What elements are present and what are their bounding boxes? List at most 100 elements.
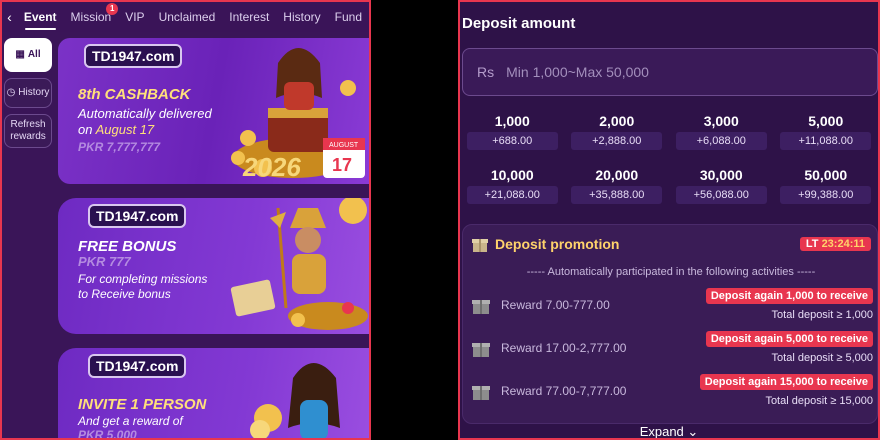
amount-value: 3,000 xyxy=(703,113,739,129)
tab-bar: ‹ Event Mission 1 VIP Unclaimed Interest … xyxy=(2,2,369,32)
brand-logo: TD1947.com xyxy=(88,354,187,378)
timer-prefix: LT xyxy=(805,238,819,250)
banner-date: August 17 xyxy=(95,122,155,137)
amount-option[interactable]: 3,000 +6,088.00 xyxy=(669,110,774,150)
countdown-timer: LT 23:24:11 xyxy=(799,237,871,251)
banner-amount: PKR 7,777,777 xyxy=(78,140,161,154)
tab-label: Event xyxy=(23,10,57,24)
invite-banner[interactable]: TD1947.com INVITE 1 PERSON And get a rew… xyxy=(58,348,369,440)
tab-fund[interactable]: Fund xyxy=(328,2,369,32)
amount-bonus: +56,088.00 xyxy=(675,186,767,204)
expand-button[interactable]: Expand ⌄ xyxy=(460,424,878,439)
filter-history-button[interactable]: ◷ History xyxy=(4,78,52,108)
tab-interest[interactable]: Interest xyxy=(222,2,276,32)
gift-icon xyxy=(472,300,490,314)
calendar-month-text: AUGUST xyxy=(329,142,359,149)
banner-title: INVITE 1 PERSON xyxy=(78,396,206,413)
history-icon: ◷ xyxy=(6,87,16,98)
deposit-title: Deposit amount xyxy=(462,15,576,32)
free-bonus-banner[interactable]: TD1947.com FREE BONUS PKR 777 For comple… xyxy=(58,198,369,334)
filter-label: Refresh rewards xyxy=(10,119,46,142)
amount-value: 10,000 xyxy=(490,167,534,183)
grid-icon: ▦ xyxy=(15,49,25,60)
amount-option[interactable]: 1,000 +688.00 xyxy=(460,110,565,150)
banner-line: on August 17 xyxy=(78,122,154,137)
amount-value: 1,000 xyxy=(494,113,530,129)
amount-option[interactable]: 5,000 +11,088.00 xyxy=(774,110,879,150)
tab-vip[interactable]: VIP xyxy=(118,2,151,32)
reward-range: Reward 77.00-7,777.00 xyxy=(501,384,627,398)
amount-option[interactable]: 20,000 +35,888.00 xyxy=(565,164,670,204)
tab-label: History xyxy=(283,10,321,24)
tab-event[interactable]: Event xyxy=(17,2,64,32)
amount-input[interactable] xyxy=(506,64,807,80)
tab-unclaimed[interactable]: Unclaimed xyxy=(152,2,223,32)
promotion-note: ----- Automatically participated in the … xyxy=(526,266,816,278)
chevron-down-icon: ⌄ xyxy=(687,424,699,439)
amount-option[interactable]: 50,000 +99,388.00 xyxy=(774,164,879,204)
cashback-banner[interactable]: TD1947.com 8th CASHBACK Automatically de… xyxy=(58,38,369,184)
gift-icon xyxy=(472,343,490,357)
deposit-again-button[interactable]: Deposit again 5,000 to receive xyxy=(705,331,873,347)
amount-value: 50,000 xyxy=(804,167,848,183)
banner-text: on xyxy=(78,122,93,137)
filter-sidebar: ▦ All ◷ History Refresh rewards xyxy=(4,38,52,154)
deposit-again-button[interactable]: Deposit again 15,000 to receive xyxy=(699,374,873,390)
filter-all-button[interactable]: ▦ All xyxy=(4,38,52,72)
tab-label: Unclaimed xyxy=(158,10,216,24)
events-panel: ‹ Event Mission 1 VIP Unclaimed Interest … xyxy=(0,0,371,440)
calendar-day-text: 17 xyxy=(332,155,352,175)
brand-logo: TD1947.com xyxy=(84,44,183,68)
amount-bonus: +2,888.00 xyxy=(571,132,663,150)
warrior-goddess-illustration xyxy=(230,198,368,330)
tab-mission[interactable]: Mission 1 xyxy=(64,2,119,32)
amount-field[interactable]: Rs xyxy=(462,48,878,96)
reward-row: Reward 17.00-2,777.00 Deposit again 5,00… xyxy=(471,328,873,368)
expand-label: Expand xyxy=(639,424,684,439)
amount-value: 2,000 xyxy=(599,113,635,129)
amount-bonus: +688.00 xyxy=(466,132,558,150)
brand-logo: TD1947.com xyxy=(88,204,187,228)
total-deposit-requirement: Total deposit ≥ 15,000 xyxy=(765,395,873,407)
amount-options: 1,000 +688.00 2,000 +2,888.00 3,000 +6,088.… xyxy=(460,110,878,218)
banner-line: For completing missions xyxy=(78,272,208,286)
refresh-rewards-button[interactable]: Refresh rewards xyxy=(4,114,52,148)
total-deposit-requirement: Total deposit ≥ 5,000 xyxy=(771,352,873,364)
tab-label: Mission xyxy=(70,10,112,24)
amount-bonus: +35,888.00 xyxy=(571,186,663,204)
banner-title: 8th CASHBACK xyxy=(78,86,191,103)
amount-row: 10,000 +21,088.00 20,000 +35,888.00 30,000… xyxy=(460,164,878,204)
amount-bonus: +21,088.00 xyxy=(466,186,558,204)
banner-amount: PKR 777 xyxy=(78,254,131,269)
banner-line: to Receive bonus xyxy=(78,287,171,301)
amount-option[interactable]: 10,000 +21,088.00 xyxy=(460,164,565,204)
timer-value: 23:24:11 xyxy=(821,238,865,250)
filter-label: History xyxy=(18,87,50,98)
tab-label: VIP xyxy=(125,10,145,24)
banner-amount: PKR 5,000 xyxy=(78,428,137,440)
year-art-text: 2026 xyxy=(242,152,301,182)
deposit-panel: Deposit amount Rs 1,000 +688.00 2,000 +2,8… xyxy=(458,0,880,440)
tab-history[interactable]: History xyxy=(276,2,327,32)
woman-with-phone-illustration xyxy=(250,363,340,438)
banner-highlight: 1 xyxy=(130,396,139,413)
amount-bonus: +11,088.00 xyxy=(780,132,872,150)
banner-text: INVITE xyxy=(78,396,127,413)
notification-badge: 1 xyxy=(106,3,119,15)
banner-line: Automatically delivered xyxy=(78,106,212,121)
gift-icon xyxy=(472,386,490,400)
deposit-again-button[interactable]: Deposit again 1,000 to receive xyxy=(705,288,873,304)
reward-range: Reward 17.00-2,777.00 xyxy=(501,341,627,355)
reward-range: Reward 7.00-777.00 xyxy=(501,298,610,312)
amount-option[interactable]: 30,000 +56,088.00 xyxy=(669,164,774,204)
tab-label: Interest xyxy=(229,10,270,24)
amount-bonus: +99,388.00 xyxy=(780,186,872,204)
currency-label: Rs xyxy=(477,64,495,80)
back-icon[interactable]: ‹ xyxy=(2,9,17,25)
amount-option[interactable]: 2,000 +2,888.00 xyxy=(565,110,670,150)
amount-row: 1,000 +688.00 2,000 +2,888.00 3,000 +6,088.… xyxy=(460,110,878,150)
banner-text: PERSON xyxy=(143,396,207,413)
tab-label: Fund xyxy=(334,10,362,24)
promotion-title: Deposit promotion xyxy=(495,236,620,252)
deposit-promotion-card: Deposit promotion LT 23:24:11 ----- Auto… xyxy=(462,224,878,424)
